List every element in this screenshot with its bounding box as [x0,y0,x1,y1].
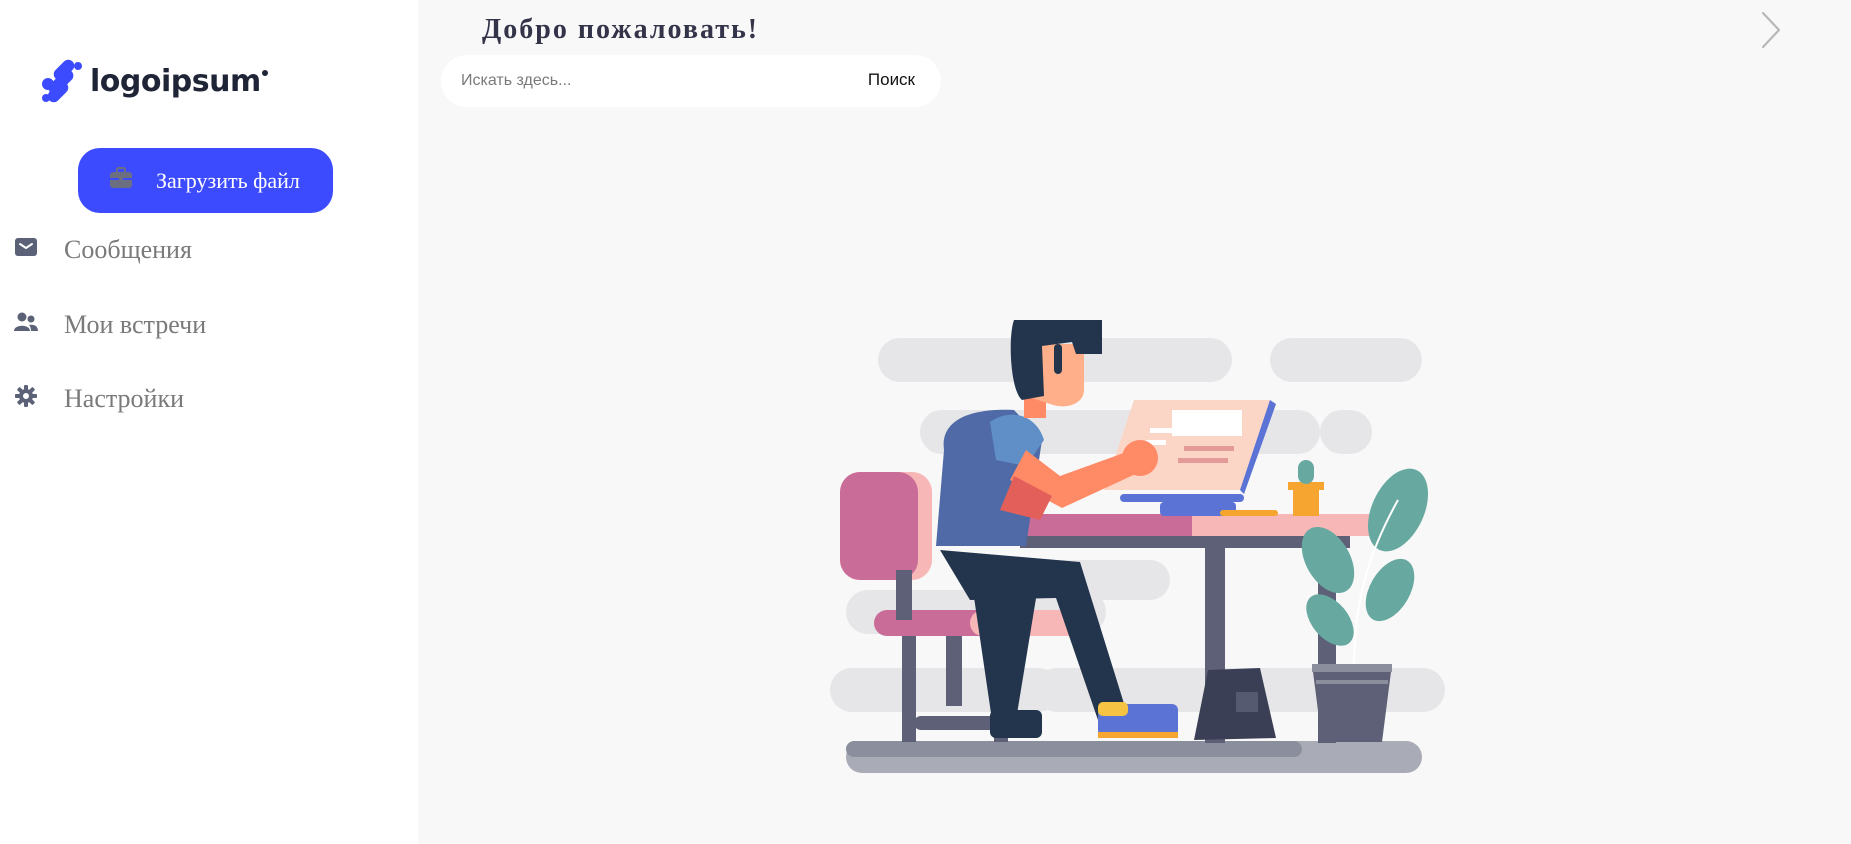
gear-icon [15,385,37,407]
search-bar: Поиск [441,55,941,107]
sidebar-item-label: Настройки [64,384,184,413]
briefcase-icon [110,167,132,188]
upload-file-label: Загрузить файл [156,168,300,193]
envelope-icon [15,238,37,256]
upload-file-button[interactable]: Загрузить файл [78,148,333,213]
person-at-computer-illustration [830,320,1445,773]
sidebar-item-label: Сообщения [64,235,192,264]
search-input[interactable] [461,67,841,95]
sidebar: logoipsum Загрузить файл Сообщения Мои в… [0,0,418,844]
sidebar-item-meetings[interactable]: Мои встречи [14,310,206,339]
chevron-right-icon[interactable] [1758,10,1784,50]
logo-text: logoipsum [90,63,261,99]
users-icon [14,312,38,331]
sidebar-item-settings[interactable]: Настройки [14,384,184,413]
sidebar-item-messages[interactable]: Сообщения [14,235,192,264]
welcome-heading: Добро пожаловать! [482,14,760,45]
sidebar-item-label: Мои встречи [64,310,207,339]
search-button[interactable]: Поиск [868,70,915,90]
logo[interactable]: logoipsum [38,58,268,104]
logo-mark-icon [42,59,82,103]
logo-dot [261,70,268,76]
